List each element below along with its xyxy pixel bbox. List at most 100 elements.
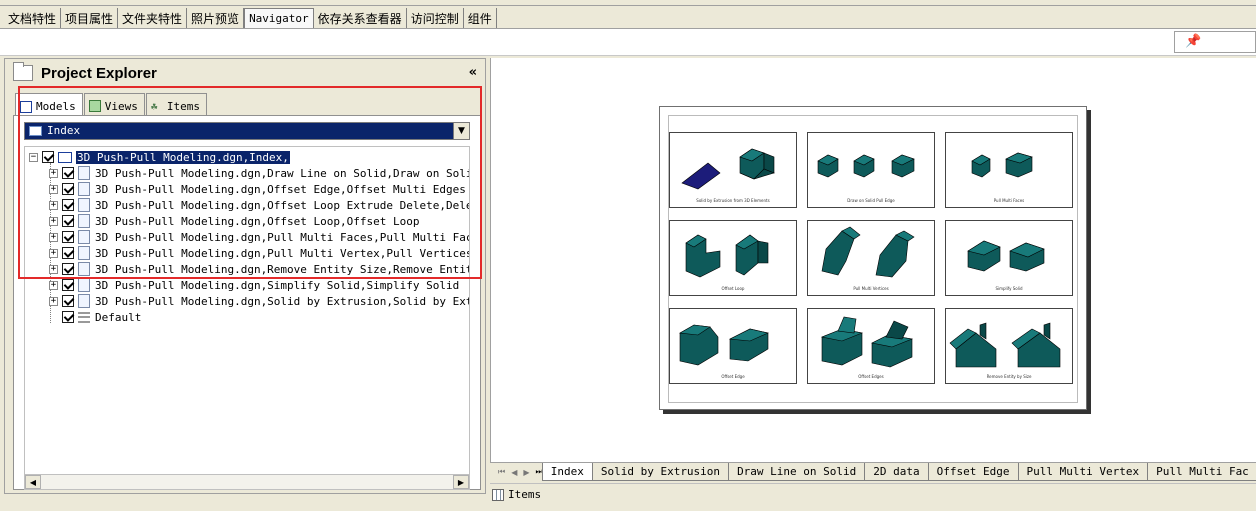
- expand-toggle-icon[interactable]: +: [49, 248, 58, 258]
- model-icon: [58, 151, 72, 163]
- tab-photo-preview[interactable]: 照片预览: [187, 8, 245, 28]
- tab-pull-multi-faces[interactable]: Pull Multi Fac: [1147, 463, 1256, 481]
- top-border: [0, 0, 1256, 6]
- item-checkbox[interactable]: [62, 311, 74, 323]
- tree-item[interactable]: + 3D Push-Pull Modeling.dgn,Draw Line on…: [49, 165, 470, 181]
- item-checkbox[interactable]: [62, 263, 74, 275]
- tab-navigator[interactable]: Navigator: [244, 8, 314, 28]
- model-icon: [29, 126, 42, 136]
- tree-item[interactable]: + 3D Push-Pull Modeling.dgn,Pull Multi F…: [49, 229, 469, 245]
- dgn-file-icon: [78, 214, 90, 228]
- sheet-cell[interactable]: Simplify Solid: [945, 220, 1073, 296]
- next-tab-icon[interactable]: ▶: [523, 468, 529, 477]
- tab-models-label: Models: [36, 100, 76, 113]
- dgn-file-icon: [78, 166, 90, 180]
- tree-item-label: 3D Push-Pull Modeling.dgn,Pull Multi Ver…: [95, 246, 470, 260]
- dgn-file-icon: [78, 230, 90, 244]
- tree-item[interactable]: + 3D Push-Pull Modeling.dgn,Remove Entit…: [49, 261, 470, 277]
- horizontal-scrollbar[interactable]: ◀ ▶: [24, 474, 470, 490]
- sheet-cell[interactable]: Offset Loop: [669, 220, 797, 296]
- cell-caption: Remove Entity by Size: [986, 374, 1032, 379]
- tree-item-label: 3D Push-Pull Modeling.dgn,Offset Loop Ex…: [95, 198, 470, 212]
- tree-item-label: 3D Push-Pull Modeling.dgn,Remove Entity …: [95, 262, 470, 276]
- solid-thumbnail: [817, 154, 915, 178]
- pin-icon[interactable]: 📌: [1185, 34, 1201, 49]
- tab-project-properties[interactable]: 项目属性: [61, 8, 119, 28]
- tab-pull-multi-vertex[interactable]: Pull Multi Vertex: [1017, 463, 1149, 481]
- expand-toggle-icon[interactable]: +: [49, 216, 58, 226]
- tab-index[interactable]: Index: [541, 463, 593, 481]
- expand-toggle-icon[interactable]: +: [49, 296, 58, 306]
- tree-item-label: 3D Push-Pull Modeling.dgn,Offset Edge,Of…: [95, 182, 466, 196]
- tree-item[interactable]: + 3D Push-Pull Modeling.dgn,Offset Edge,…: [49, 181, 466, 197]
- cell-caption: Solid by Extrusion from 3D Elements: [696, 198, 770, 203]
- sheet-cell[interactable]: Pull Multi Vertices: [807, 220, 935, 296]
- tree-item[interactable]: + 3D Push-Pull Modeling.dgn,Offset Loop …: [49, 197, 470, 213]
- tab-items-label: Items: [166, 99, 200, 113]
- item-checkbox[interactable]: [62, 295, 74, 307]
- expand-toggle-icon[interactable]: +: [49, 264, 58, 274]
- tab-draw-line-on-solid[interactable]: Draw Line on Solid: [728, 463, 866, 481]
- sheet-cell[interactable]: Offset Edges: [807, 308, 935, 384]
- expand-toggle-icon[interactable]: +: [49, 280, 58, 290]
- tab-offset-edge[interactable]: Offset Edge: [927, 463, 1019, 481]
- dgn-file-icon: [78, 198, 90, 212]
- item-checkbox[interactable]: [62, 199, 74, 211]
- tab-components[interactable]: 组件: [464, 8, 497, 28]
- model-tree: − 3D Push-Pull Modeling.dgn,Index, + 3D …: [24, 146, 470, 476]
- item-checkbox[interactable]: [62, 167, 74, 179]
- chevron-down-icon[interactable]: ▼: [453, 123, 469, 139]
- tree-item[interactable]: + 3D Push-Pull Modeling.dgn,Solid by Ext…: [49, 293, 469, 309]
- cell-caption: Pull Multi Faces: [993, 198, 1025, 203]
- grid-icon[interactable]: [492, 489, 504, 501]
- tab-dependency-viewer[interactable]: 依存关系查看器: [314, 8, 407, 28]
- tab-folder-properties[interactable]: 文件夹特性: [118, 8, 188, 28]
- sheet-cell[interactable]: Remove Entity by Size: [945, 308, 1073, 384]
- sheet-cell[interactable]: Offset Edge: [669, 308, 797, 384]
- tree-item[interactable]: + 3D Push-Pull Modeling.dgn,Offset Loop,…: [49, 213, 420, 229]
- expand-toggle-icon[interactable]: +: [49, 184, 58, 194]
- collapse-icon[interactable]: «: [469, 65, 477, 80]
- tab-views[interactable]: Views: [83, 93, 145, 115]
- item-checkbox[interactable]: [62, 247, 74, 259]
- cell-caption: Pull Multi Vertices: [853, 286, 889, 291]
- scroll-left-icon[interactable]: ◀: [25, 475, 41, 489]
- expand-toggle-icon[interactable]: +: [49, 232, 58, 242]
- cell-caption: Offset Loop: [721, 286, 745, 291]
- pin-field[interactable]: 📌: [1174, 31, 1256, 53]
- item-checkbox[interactable]: [62, 183, 74, 195]
- item-checkbox[interactable]: [62, 231, 74, 243]
- tree-item-label: 3D Push-Pull Modeling.dgn,Draw Line on S…: [95, 166, 470, 180]
- tree-item[interactable]: + 3D Push-Pull Modeling.dgn,Pull Multi V…: [49, 245, 470, 261]
- first-tab-icon[interactable]: ⏮: [498, 467, 505, 477]
- tab-items[interactable]: ☘ Items: [145, 93, 207, 115]
- sheet-cell[interactable]: Draw on Solid Pull Edge: [807, 132, 935, 208]
- tab-models[interactable]: Models: [15, 93, 83, 116]
- status-items-label[interactable]: Items: [508, 488, 541, 501]
- scroll-right-icon[interactable]: ▶: [453, 475, 469, 489]
- model-dropdown[interactable]: Index ▼: [24, 122, 470, 140]
- prev-tab-icon[interactable]: ◀: [511, 468, 517, 477]
- models-pane: Index ▼ − 3D Push-Pull Modeling.dgn,Inde…: [13, 115, 481, 490]
- sheet-cell[interactable]: Pull Multi Faces: [945, 132, 1073, 208]
- solid-thumbnail: [967, 240, 1045, 272]
- cell-caption: Draw on Solid Pull Edge: [847, 198, 895, 203]
- tab-2d-data[interactable]: 2D data: [864, 463, 929, 481]
- root-checkbox[interactable]: [42, 151, 54, 163]
- model-tab-strip: ⏮ ◀ ▶ ⏭ Index Solid by Extrusion Draw Li…: [490, 462, 1256, 481]
- sheet-cell[interactable]: Solid by Extrusion from 3D Elements: [669, 132, 797, 208]
- tree-item-label: 3D Push-Pull Modeling.dgn,Offset Loop,Of…: [95, 214, 420, 228]
- item-checkbox[interactable]: [62, 215, 74, 227]
- collapse-toggle-icon[interactable]: −: [29, 152, 38, 162]
- item-checkbox[interactable]: [62, 279, 74, 291]
- view-window[interactable]: Solid by Extrusion from 3D Elements Draw…: [490, 58, 1256, 462]
- tab-solid-by-extrusion[interactable]: Solid by Extrusion: [591, 463, 730, 481]
- tab-document-properties[interactable]: 文档特性: [4, 8, 62, 28]
- tree-item-default[interactable]: Default: [62, 309, 141, 325]
- expand-toggle-icon[interactable]: +: [49, 200, 58, 210]
- project-explorer-panel: Project Explorer « Models Views ☘ Items …: [4, 58, 486, 494]
- tree-root[interactable]: − 3D Push-Pull Modeling.dgn,Index,: [29, 149, 290, 165]
- expand-toggle-icon[interactable]: +: [49, 168, 58, 178]
- tab-access-control[interactable]: 访问控制: [407, 8, 464, 28]
- tree-item[interactable]: + 3D Push-Pull Modeling.dgn,Simplify Sol…: [49, 277, 459, 293]
